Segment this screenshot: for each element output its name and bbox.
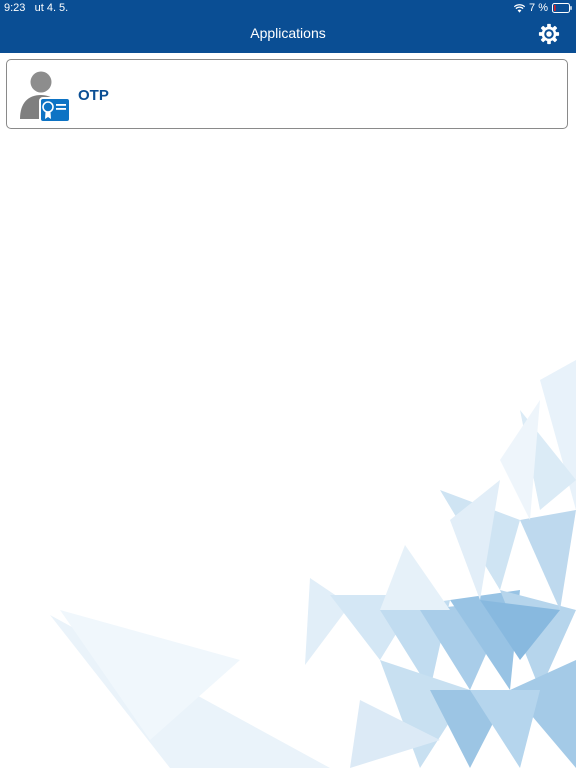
status-date: ut 4. 5. <box>34 2 69 14</box>
background-polygon-art <box>50 360 576 768</box>
app-label: OTP <box>78 87 109 104</box>
battery-icon <box>552 3 572 13</box>
status-bar-right: 7 % <box>514 1 572 15</box>
battery-percent: 7 % <box>529 2 548 14</box>
status-time: 9:23 <box>4 2 26 14</box>
wifi-icon <box>514 3 526 13</box>
settings-button[interactable] <box>538 23 560 45</box>
user-certificate-icon <box>18 69 72 123</box>
top-bar: 9:23 ut 4. 5. 7 % Applications <box>0 0 576 53</box>
page-title: Applications <box>250 25 326 41</box>
status-bar-time: 9:23 ut 4. 5. <box>4 2 68 14</box>
app-item-otp[interactable]: OTP <box>6 59 568 129</box>
gear-icon <box>538 23 560 45</box>
